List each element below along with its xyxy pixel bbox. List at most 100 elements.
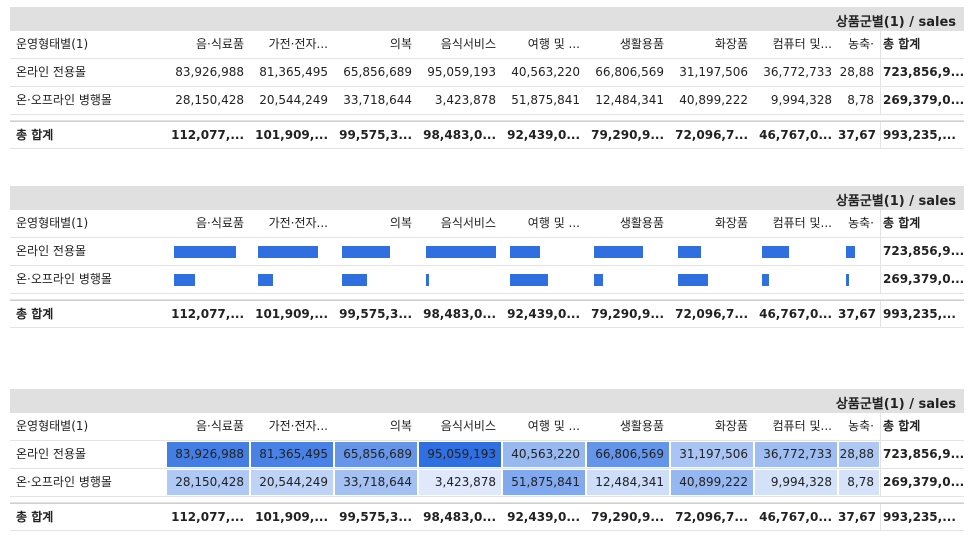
pivot-header-bar: 상품군별(1) / sales (10, 7, 964, 31)
total-row-label: 총 합계 (16, 128, 54, 142)
table-cell: 81,365,495 (259, 447, 328, 461)
total-row: 총 합계 112,077,... 101,909,... 99,575,3... 98,… (10, 121, 964, 149)
column-header: 화장품 (714, 216, 748, 230)
table-cell: 51,875,841 (511, 475, 580, 489)
row-header-label: 운영형태별(1) (16, 419, 89, 433)
total-cell: 98,483,0... (423, 307, 496, 321)
table-cell: 65,856,689 (343, 65, 412, 79)
table-cell: 28,150,428 (175, 475, 244, 489)
column-header: 컴퓨터 및... (772, 37, 832, 51)
column-header: 음·식료품 (196, 216, 244, 230)
table-cell: 95,059,193 (427, 447, 496, 461)
total-cell: 112,077,... (171, 307, 244, 321)
row-label: 온·오프라인 병행몰 (16, 272, 112, 286)
row-header-label: 운영형태별(1) (16, 216, 89, 230)
column-header: 음·식료품 (196, 419, 244, 433)
data-bar (510, 274, 548, 286)
column-header: 농축· (848, 37, 874, 51)
data-bar (342, 274, 367, 286)
table-cell: 36,772,733 (763, 447, 832, 461)
data-bar (846, 274, 849, 286)
grand-total-cell: 993,235,... (880, 301, 964, 328)
table-cell: 40,563,220 (511, 447, 580, 461)
table-cell: 65,856,689 (343, 447, 412, 461)
total-cell: 99,575,3... (339, 128, 412, 142)
row-total-cell: 269,379,0... (880, 266, 964, 293)
column-header: 음식서비스 (440, 419, 496, 433)
table-cell: 40,563,220 (511, 65, 580, 79)
total-cell: 98,483,0... (423, 128, 496, 142)
total-cell: 92,439,0... (507, 128, 580, 142)
total-cell: 92,439,0... (507, 510, 580, 524)
pivot-table-heatmap: 상품군별(1) / sales 운영형태별(1) 음·식료품 가전·전자... 의복 음… (10, 389, 964, 531)
total-cell: 37,67 (838, 307, 876, 321)
total-cell: 112,077,... (171, 510, 244, 524)
table-cell: 83,926,988 (175, 65, 244, 79)
table-row: 온·오프라인 병행몰 28,150,428 20,544,249 33,718,644… (10, 87, 964, 115)
column-header: 의복 (389, 216, 412, 230)
column-header: 음식서비스 (440, 216, 496, 230)
table-cell: 20,544,249 (259, 93, 328, 107)
total-cell: 79,290,9... (591, 307, 664, 321)
column-header: 생활용품 (619, 37, 664, 51)
row-total-cell: 723,856,9... (880, 441, 964, 468)
row-label: 온·오프라인 병행몰 (16, 475, 112, 489)
total-row-label: 총 합계 (16, 510, 54, 524)
data-bar (258, 246, 318, 258)
grand-total-cell: 993,235,... (880, 504, 964, 531)
total-cell: 99,575,3... (339, 510, 412, 524)
total-cell: 99,575,3... (339, 307, 412, 321)
total-cell: 101,909,... (255, 307, 328, 321)
total-cell: 79,290,9... (591, 128, 664, 142)
column-header: 의복 (389, 37, 412, 51)
row-total-cell: 723,856,9... (880, 59, 964, 86)
total-cell: 101,909,... (255, 128, 328, 142)
data-bar (258, 274, 273, 286)
table-cell: 33,718,644 (343, 475, 412, 489)
grand-total-cell: 993,235,... (880, 122, 964, 149)
table-cell: 9,994,328 (770, 93, 832, 107)
table-cell: 3,423,878 (434, 93, 496, 107)
column-header: 가전·전자... (268, 37, 328, 51)
data-bar (762, 246, 789, 258)
row-label: 온라인 전용몰 (16, 244, 87, 258)
data-bar (510, 246, 540, 258)
table-cell: 28,150,428 (175, 93, 244, 107)
table-row: 온라인 전용몰 723,856,9... (10, 238, 964, 266)
row-header-label: 운영형태별(1) (16, 37, 89, 51)
table-cell: 51,875,841 (511, 93, 580, 107)
total-cell: 79,290,9... (591, 510, 664, 524)
total-column-header: 총 합계 (880, 413, 964, 440)
data-bar (678, 246, 701, 258)
total-cell: 46,767,0... (759, 510, 832, 524)
column-header: 음·식료품 (196, 37, 244, 51)
column-header: 생활용품 (619, 419, 664, 433)
total-cell: 37,67 (838, 510, 876, 524)
table-cell: 40,899,222 (679, 93, 748, 107)
table-cell: 66,806,569 (595, 447, 664, 461)
data-bar (594, 246, 643, 258)
column-header: 화장품 (714, 419, 748, 433)
table-cell: 12,484,341 (595, 475, 664, 489)
table-cell: 8,78 (847, 93, 874, 107)
table-cell: 28,88 (839, 447, 874, 461)
total-row-label: 총 합계 (16, 307, 54, 321)
total-cell: 46,767,0... (759, 307, 832, 321)
data-bar (174, 274, 195, 286)
table-row: 온·오프라인 병행몰 28,150,428 20,544,249 33,718,644… (10, 469, 964, 497)
column-header: 여행 및 ... (527, 37, 580, 51)
total-cell: 72,096,7... (675, 510, 748, 524)
total-cell: 37,67 (838, 128, 876, 142)
column-header: 생활용품 (619, 216, 664, 230)
table-cell: 8,78 (847, 475, 874, 489)
data-bar (762, 274, 769, 286)
table-cell: 66,806,569 (595, 65, 664, 79)
pivot-table-values: 상품군별(1) / sales 운영형태별(1) 음·식료품 가전·전자... 의복 음… (10, 7, 964, 149)
column-header: 음식서비스 (440, 37, 496, 51)
total-row: 총 합계 112,077,... 101,909,... 99,575,3... 98,… (10, 300, 964, 328)
data-bar (594, 274, 603, 286)
row-label: 온·오프라인 병행몰 (16, 93, 112, 107)
table-cell: 40,899,222 (679, 475, 748, 489)
column-header-row: 운영형태별(1) 음·식료품 가전·전자... 의복 음식서비스 여행 및 ... 생활용품… (10, 31, 964, 59)
table-cell: 83,926,988 (175, 447, 244, 461)
